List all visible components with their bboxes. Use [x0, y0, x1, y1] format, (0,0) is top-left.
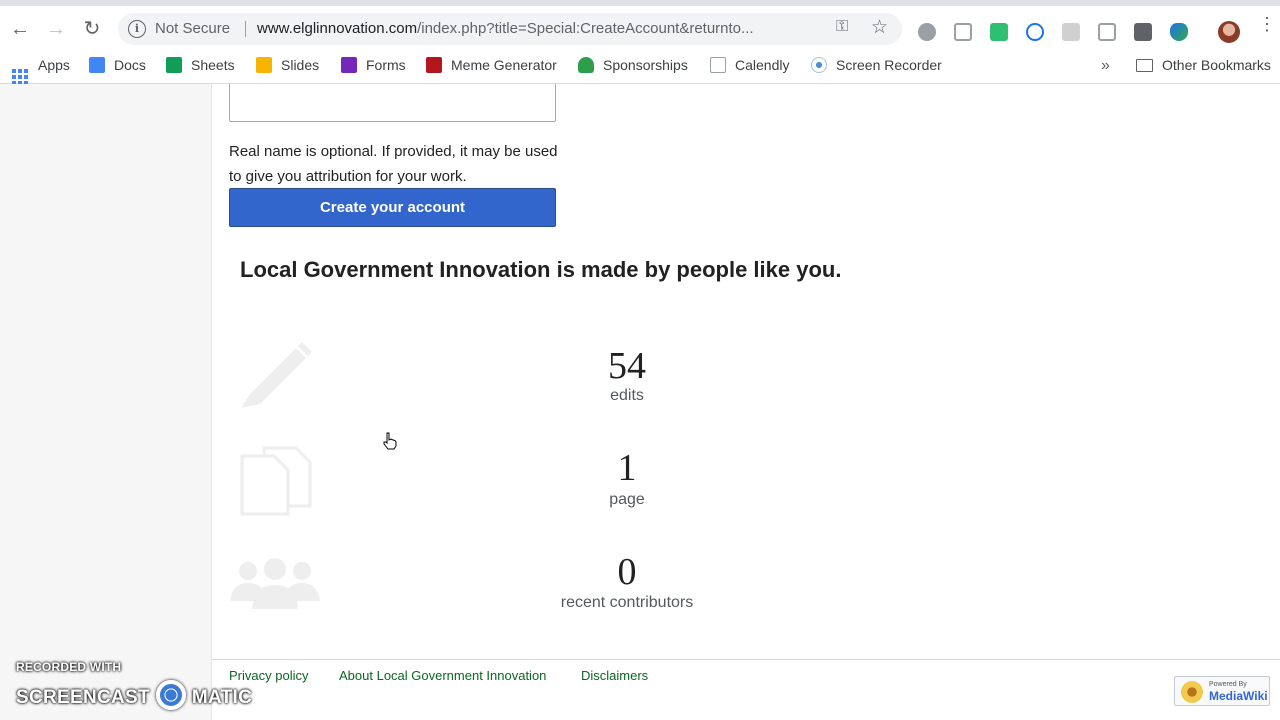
bookmark-sponsorships[interactable]: Sponsorships	[578, 55, 688, 77]
bookmarks-bar: Apps Docs Sheets Slides Forms Meme Gener…	[0, 52, 1280, 85]
edits-label: edits	[610, 387, 644, 404]
bookmark-label: Apps	[38, 57, 70, 73]
bookmark-label: Slides	[281, 57, 320, 73]
bookmark-label: Forms	[366, 57, 406, 73]
edits-count: 54	[608, 345, 646, 387]
sheets-icon	[166, 57, 182, 73]
key-icon[interactable]: ⚿	[836, 18, 848, 36]
bookmark-apps[interactable]: Apps	[12, 55, 70, 85]
bookmark-calendly[interactable]: Calendly	[710, 55, 789, 77]
screen-recorder-icon	[811, 57, 827, 73]
meme-icon	[426, 57, 442, 73]
badge-big-text: MediaWiki	[1209, 689, 1268, 703]
docs-icon	[89, 57, 105, 73]
url-host: www.elglinnovation.com	[257, 20, 418, 37]
contributors-label: recent contributors	[560, 594, 694, 611]
slides-icon	[256, 57, 272, 73]
pencil-icon	[241, 342, 312, 408]
url-path: /index.php?title=Special:CreateAccount&r…	[417, 20, 754, 37]
url-text[interactable]: www.elglinnovation.com/index.php?title=S…	[257, 20, 827, 37]
disclaimers-link[interactable]: Disclaimers	[581, 668, 648, 683]
address-bar[interactable]: i Not Secure www.elglinnovation.com/inde…	[118, 13, 902, 45]
page-count: 1	[617, 447, 637, 489]
watermark-left-text: SCREENCAST	[16, 687, 150, 708]
realname-input[interactable]	[229, 84, 556, 122]
pages-icon	[240, 446, 312, 516]
back-icon[interactable]: ←	[6, 16, 34, 42]
bookmark-label: Screen Recorder	[836, 57, 942, 73]
sponsorships-icon	[578, 57, 594, 73]
green-extension-icon[interactable]	[990, 23, 1008, 41]
bookmark-star-icon[interactable]: ☆	[871, 16, 888, 39]
people-icon	[230, 558, 320, 609]
watermark-logo: SCREENCAST MATIC	[16, 680, 252, 710]
v-extension-icon[interactable]	[1170, 23, 1188, 41]
calendly-icon	[710, 57, 726, 73]
chevron-double-right-icon[interactable]: »	[1101, 57, 1110, 75]
forms-icon	[341, 57, 357, 73]
bookmark-meme-generator[interactable]: Meme Generator	[426, 55, 557, 77]
extension-icon[interactable]	[918, 23, 936, 41]
omnibox-separator	[245, 21, 246, 37]
page-label: page	[609, 491, 645, 508]
powered-by-mediawiki-badge[interactable]: Powered By MediaWiki	[1174, 676, 1270, 706]
bookmark-forms[interactable]: Forms	[341, 55, 406, 77]
screencast-watermark: RECORDED WITH SCREENCAST MATIC	[16, 660, 252, 710]
bookmark-label: Docs	[114, 57, 146, 73]
facebook-icon[interactable]	[1134, 23, 1152, 41]
menu-kebab-icon[interactable]: ⋮	[1258, 15, 1276, 33]
bookmark-other[interactable]: Other Bookmarks	[1136, 55, 1271, 77]
badge-small-text: Powered By	[1209, 681, 1247, 688]
bookmark-label: Other Bookmarks	[1162, 57, 1271, 73]
bookmark-screen-recorder[interactable]: Screen Recorder	[811, 55, 942, 77]
bookmark-docs[interactable]: Docs	[89, 55, 146, 77]
security-label[interactable]: Not Secure	[155, 20, 230, 37]
info-icon[interactable]: i	[128, 20, 146, 38]
about-link[interactable]: About Local Government Innovation	[339, 668, 546, 683]
apps-grid-icon	[12, 69, 28, 85]
watermark-top-text: RECORDED WITH	[16, 660, 122, 674]
wiki-sidebar	[0, 84, 212, 720]
bookmark-sheets[interactable]: Sheets	[166, 55, 235, 77]
reload-icon[interactable]: ↻	[78, 16, 106, 42]
create-account-button[interactable]: Create your account	[229, 188, 556, 227]
bookmark-slides[interactable]: Slides	[256, 55, 319, 77]
screencast-ring-icon	[155, 680, 186, 710]
bookmark-label: Calendly	[735, 57, 790, 73]
video-extension-icon[interactable]	[954, 23, 972, 41]
hand-cursor-icon	[383, 432, 397, 450]
browser-window: ← → ↻ i Not Secure www.elglinnovation.co…	[0, 0, 1280, 720]
browser-toolbar: ← → ↻ i Not Secure www.elglinnovation.co…	[0, 0, 1280, 52]
watermark-right-text: MATIC	[191, 687, 253, 708]
profile-avatar[interactable]	[1218, 21, 1240, 43]
bookmark-label: Meme Generator	[451, 57, 557, 73]
bookmark-label: Sheets	[191, 57, 235, 73]
bookmark-label: Sponsorships	[603, 57, 688, 73]
folder-icon	[1136, 59, 1153, 72]
realname-help-text: Real name is optional. If provided, it m…	[229, 143, 558, 185]
c-extension-icon[interactable]	[1098, 23, 1116, 41]
grey-extension-icon[interactable]	[1062, 23, 1080, 41]
mediawiki-flower-icon	[1181, 681, 1203, 703]
promo-heading: Local Government Innovation is made by p…	[240, 257, 842, 282]
contributors-count: 0	[617, 551, 637, 593]
power-extension-icon[interactable]	[1026, 23, 1044, 41]
forward-icon[interactable]: →	[42, 16, 70, 42]
